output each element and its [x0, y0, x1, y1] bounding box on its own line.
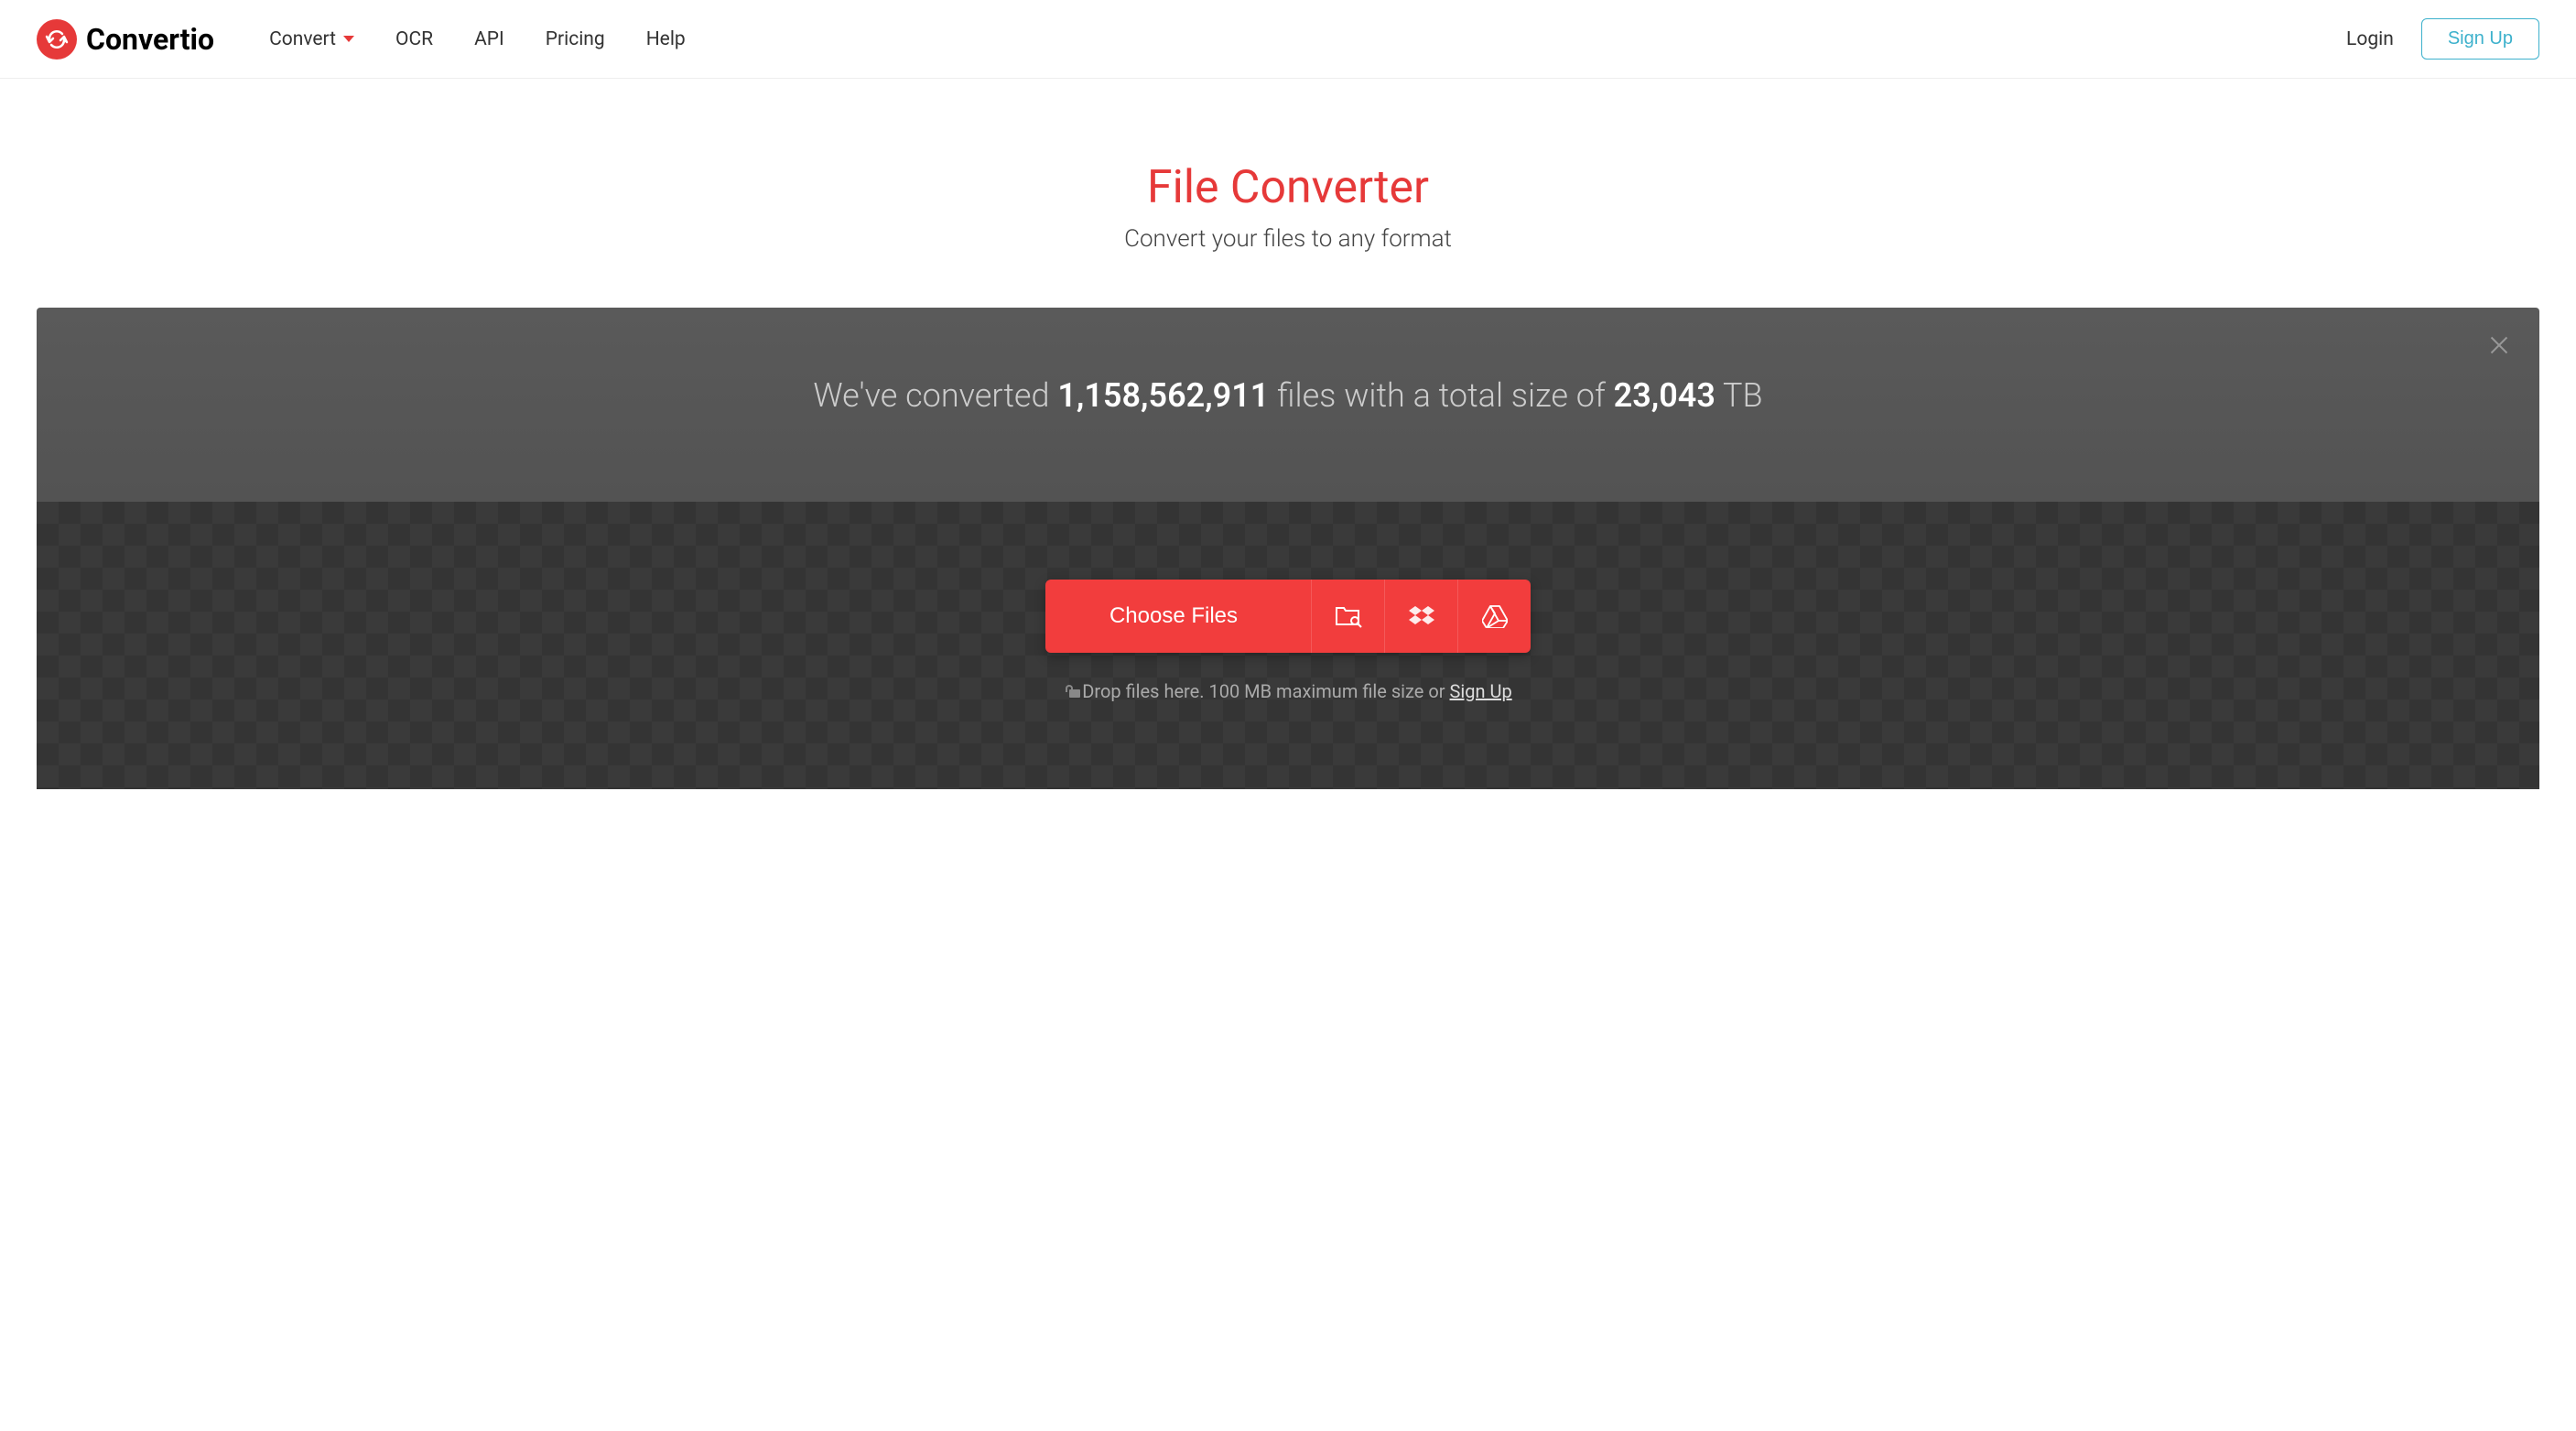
- drop-hint: Drop files here. 100 MB maximum file siz…: [73, 680, 2503, 702]
- login-link[interactable]: Login: [2346, 28, 2394, 50]
- converter-panel: We've converted 1,158,562,911 files with…: [37, 308, 2539, 789]
- stats-text: We've converted 1,158,562,911 files with…: [73, 376, 2503, 415]
- dropbox-icon: [1408, 604, 1435, 628]
- stats-middle: files with a total size of: [1269, 376, 1613, 415]
- stats-prefix: We've converted: [813, 376, 1057, 415]
- google-drive-icon: [1482, 604, 1508, 628]
- signup-link-inline[interactable]: Sign Up: [1450, 680, 1512, 702]
- nav-api[interactable]: API: [474, 28, 504, 50]
- header: Convertio Convert OCR API Pricing Help L…: [0, 0, 2576, 79]
- browse-files-button[interactable]: [1311, 580, 1384, 653]
- upload-icon-group: [1311, 580, 1531, 653]
- logo-text: Convertio: [86, 22, 214, 57]
- dropbox-button[interactable]: [1384, 580, 1457, 653]
- stats-banner: We've converted 1,158,562,911 files with…: [37, 308, 2539, 502]
- page-title: File Converter: [18, 161, 2558, 214]
- chevron-down-icon: [343, 36, 354, 42]
- convertio-logo-icon: [37, 19, 77, 60]
- stats-size: 23,043: [1614, 376, 1716, 415]
- nav-ocr[interactable]: OCR: [395, 28, 433, 50]
- nav-convert-label: Convert: [269, 28, 336, 50]
- choose-files-label: Choose Files: [1045, 603, 1311, 629]
- auth-section: Login Sign Up: [2346, 18, 2539, 60]
- drop-hint-text: Drop files here. 100 MB maximum file siz…: [1082, 680, 1449, 702]
- folder-search-icon: [1335, 604, 1362, 628]
- close-icon[interactable]: [2488, 333, 2510, 355]
- google-drive-button[interactable]: [1457, 580, 1531, 653]
- signup-button[interactable]: Sign Up: [2421, 18, 2539, 60]
- nav-convert[interactable]: Convert: [269, 28, 354, 50]
- page-subtitle: Convert your files to any format: [18, 225, 2558, 253]
- main-nav: Convert OCR API Pricing Help: [269, 28, 2346, 50]
- lock-icon: [1064, 685, 1075, 698]
- logo[interactable]: Convertio: [37, 19, 214, 60]
- hero-section: File Converter Convert your files to any…: [0, 79, 2576, 308]
- nav-pricing[interactable]: Pricing: [546, 28, 605, 50]
- nav-help[interactable]: Help: [646, 28, 686, 50]
- stats-size-unit: TB: [1716, 376, 1763, 415]
- stats-files-count: 1,158,562,911: [1057, 376, 1269, 415]
- choose-files-button[interactable]: Choose Files: [1045, 580, 1531, 653]
- upload-area[interactable]: Choose Files: [37, 502, 2539, 789]
